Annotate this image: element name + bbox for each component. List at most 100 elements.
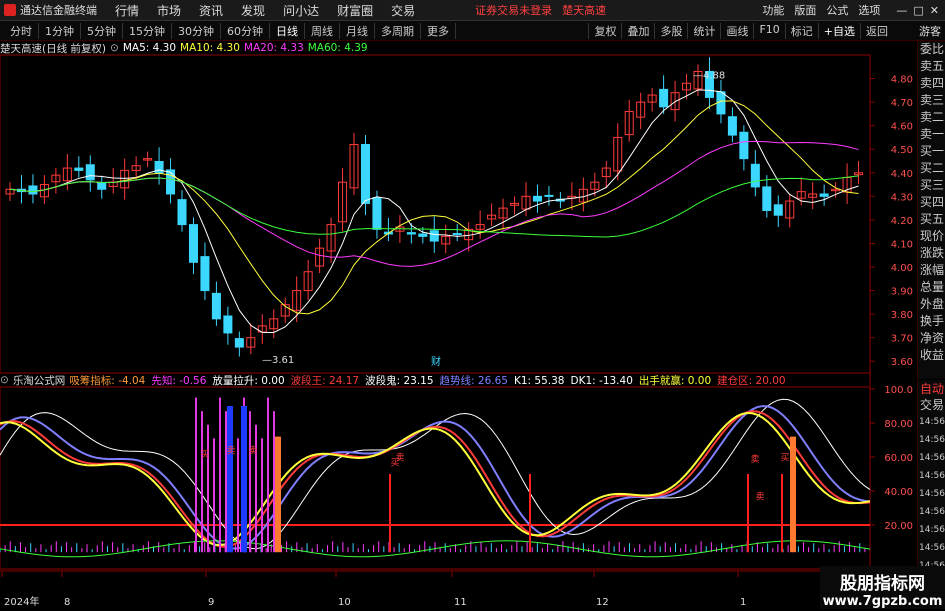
tool-button[interactable]: 画线 [720, 22, 753, 39]
quote-field-label: 买五 [919, 212, 944, 226]
period-tab-daily[interactable]: 日线 [270, 22, 305, 39]
quote-field-label: 买二 [919, 161, 944, 175]
tick-panel: 自动 交易 14:56 14:56 14:56 14:56 14:56 14:56 14:5… [917, 380, 945, 571]
menu-wealth[interactable]: 财富圈 [337, 2, 373, 19]
buy-sell-tag: 买 [780, 452, 789, 463]
period-tab[interactable]: 60分钟 [221, 22, 270, 39]
menu-discover[interactable]: 发现 [241, 2, 265, 19]
candle-body [200, 256, 210, 292]
candle-body [28, 185, 38, 195]
tick-time: 14:56 [919, 525, 945, 535]
candle-body [544, 194, 554, 197]
period-tab[interactable]: 5分钟 [81, 22, 123, 39]
maximize-icon[interactable]: □ [913, 4, 923, 17]
quote-field-label: 总量 [919, 280, 944, 294]
band-king-line [0, 410, 871, 548]
back-button[interactable]: 返回 [860, 22, 893, 39]
buy-sell-tag: 买 [200, 449, 209, 460]
accumulation-bar [790, 436, 796, 553]
candle-body [74, 167, 84, 171]
period-tab[interactable]: 分时 [4, 22, 39, 39]
period-tab[interactable]: 15分钟 [123, 22, 172, 39]
indicator-axis-label: 80.00 [884, 419, 913, 430]
tool-button[interactable]: 叠加 [621, 22, 654, 39]
minimize-icon[interactable]: — [896, 4, 907, 17]
guest-label[interactable]: 游客 [919, 23, 941, 39]
buy-sell-tag: 卖 [226, 446, 235, 457]
notice-text[interactable]: 证券交易未登录 [475, 2, 552, 18]
candle-body [211, 292, 221, 320]
quote-field-label: 卖四 [919, 76, 944, 90]
candle-body [429, 230, 439, 242]
period-tab[interactable]: 30分钟 [172, 22, 221, 39]
date-axis-label: 1 [740, 597, 746, 608]
auto-trade-label[interactable]: 自动 [918, 380, 945, 397]
price-axis-label: 3.90 [891, 287, 913, 298]
volume-surge-bar [241, 406, 247, 553]
login-notice[interactable]: 证券交易未登录 楚天高速 [475, 2, 606, 18]
period-tab[interactable]: 1分钟 [39, 22, 81, 39]
tool-button[interactable]: 复权 [588, 22, 621, 39]
candle-body [188, 224, 198, 263]
volume-surge-bar [227, 406, 233, 553]
quote-field-label: 现价 [919, 229, 944, 243]
menu-news[interactable]: 资讯 [199, 2, 223, 19]
quote-field-label: 卖二 [919, 110, 944, 124]
indicator-axis-label: 20.00 [884, 521, 913, 532]
indicator-axis-label: 40.00 [884, 487, 913, 498]
quote-field-label: 外盘 [919, 297, 944, 311]
quote-field-label: 卖一 [919, 127, 944, 141]
menu-layout[interactable]: 版面 [794, 2, 816, 18]
date-axis-label: 8 [64, 597, 70, 608]
quote-field-label: 涨幅 [919, 263, 944, 277]
candle-body [762, 186, 772, 211]
app-title: 通达信金融终端 [20, 4, 97, 17]
price-axis-label: 4.20 [891, 216, 913, 227]
menu-function[interactable]: 功能 [762, 2, 784, 18]
window-controls: — □ ✕ [896, 4, 939, 17]
candle-body [85, 164, 95, 181]
tool-button[interactable]: 标记 [784, 22, 818, 39]
price-axis-label: 3.60 [891, 357, 913, 368]
menu-trade[interactable]: 交易 [391, 2, 415, 19]
date-axis-label: 2024年 [4, 595, 39, 608]
period-tab[interactable]: 多周期 [375, 22, 421, 39]
add-watchlist-button[interactable]: +自选 [817, 22, 860, 39]
main-pane-border [0, 54, 871, 374]
menu-options[interactable]: 选项 [858, 2, 880, 18]
quote-field-label: 买一 [919, 144, 944, 158]
candle-body [223, 315, 233, 334]
tick-time: 14:56 [919, 435, 945, 445]
tool-button[interactable]: 统计 [687, 22, 720, 39]
candle-body [773, 204, 783, 216]
title-bar: 通达信金融终端 行情 市场 资讯 发现 问小达 财富圈 交易 证券交易未登录 楚… [0, 0, 945, 21]
candle-body [452, 233, 462, 236]
menu-quotes[interactable]: 行情 [115, 2, 139, 19]
period-tab-more[interactable]: 更多 [421, 22, 456, 39]
chart-toolbar: 分时 1分钟 5分钟 15分钟 30分钟 60分钟 日线 周线 月线 多周期 更… [0, 21, 945, 41]
period-tab[interactable]: 周线 [305, 22, 340, 39]
tool-button[interactable]: F10 [753, 22, 784, 39]
close-icon[interactable]: ✕ [930, 4, 939, 17]
buy-sell-tag: 卖 [395, 452, 404, 463]
menu-market[interactable]: 市场 [157, 2, 181, 19]
period-tab[interactable]: 月线 [340, 22, 375, 39]
indicator-axis-label: 60.00 [884, 453, 913, 464]
quote-field-label: 委比 [919, 42, 944, 56]
tool-button[interactable]: 多股 [654, 22, 687, 39]
tick-time: 14:56 [919, 417, 945, 427]
menu-ask[interactable]: 问小达 [283, 2, 319, 19]
finance-marker: 财 [431, 355, 441, 368]
buy-sell-tag: 卖 [248, 446, 257, 457]
quote-field-label: 换手 [919, 314, 944, 328]
menu-formula[interactable]: 公式 [826, 2, 848, 18]
tick-time: 14:56 [919, 489, 945, 499]
price-axis-label: 4.50 [891, 145, 913, 156]
quote-field-label: 买四 [919, 195, 944, 209]
kline-chart[interactable]: 4.80 4.70 4.60 4.50 4.40 4.30 4.20 4.10 4.00 3.90… [0, 41, 917, 611]
trade-label[interactable]: 交易 [918, 397, 945, 413]
price-axis-label: 3.80 [891, 310, 913, 321]
main-menu: 行情 市场 资讯 发现 问小达 财富圈 交易 [115, 2, 415, 19]
price-axis-label: 4.60 [891, 122, 913, 133]
candle-body [739, 131, 749, 160]
